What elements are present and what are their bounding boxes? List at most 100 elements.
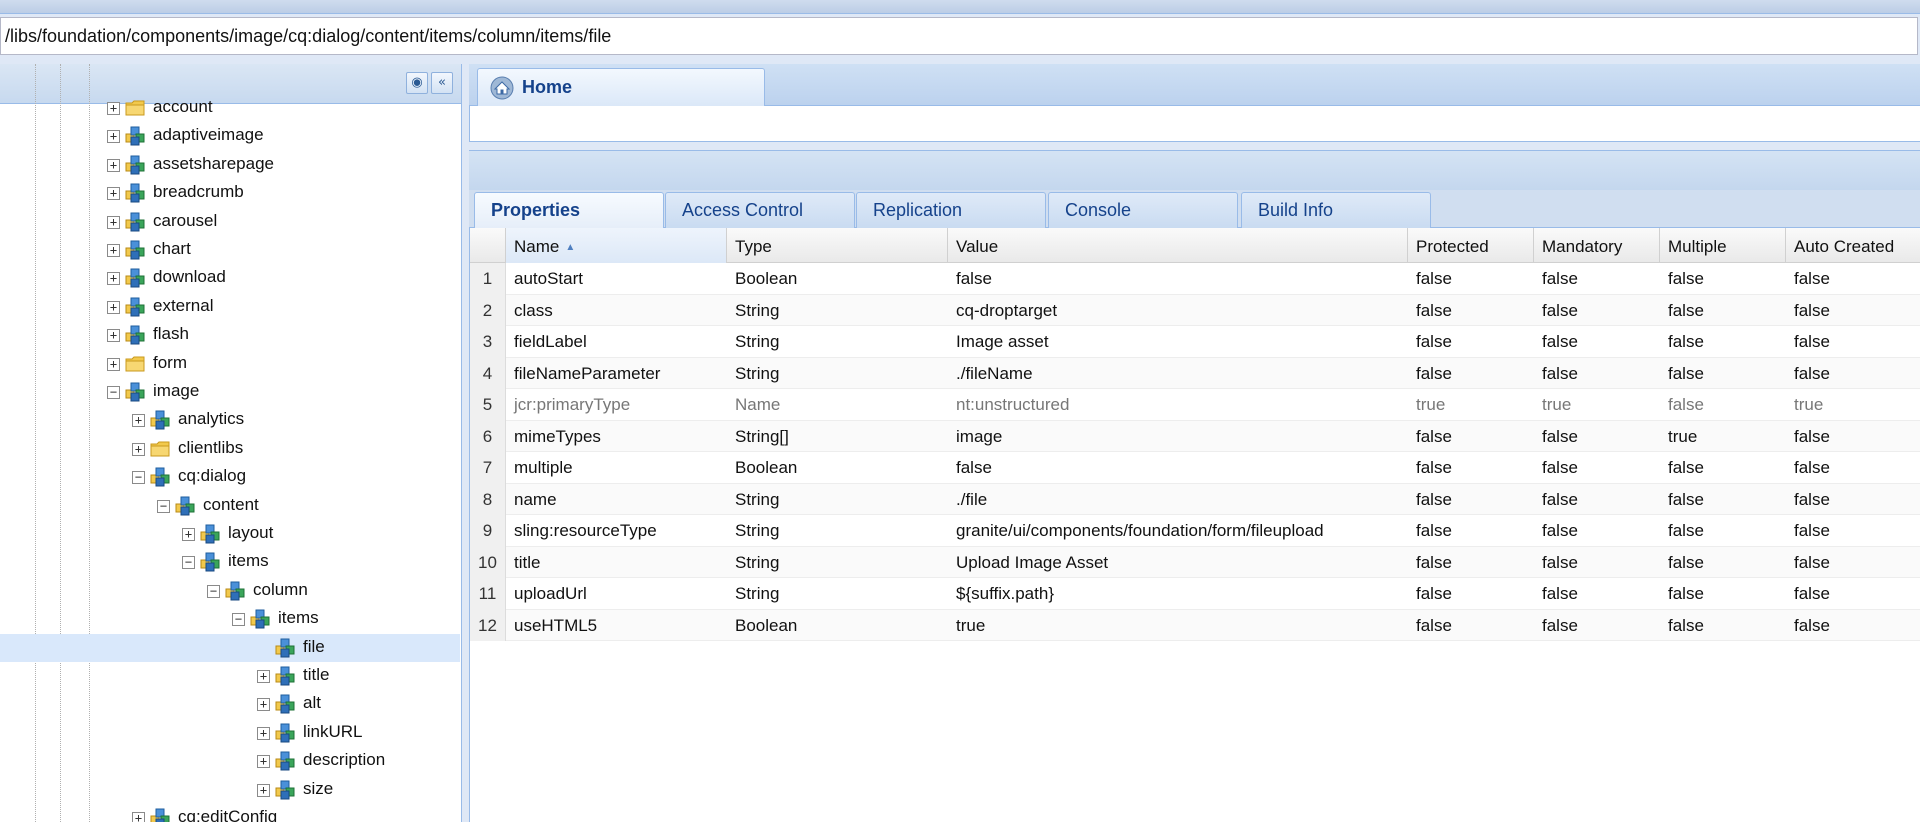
expand-icon[interactable]: + <box>107 357 120 371</box>
tree-node[interactable]: + alt <box>0 690 460 718</box>
tab-console[interactable]: Console <box>1048 192 1238 228</box>
expand-icon[interactable]: + <box>257 670 270 683</box>
collapse-icon[interactable]: − <box>207 584 220 598</box>
table-row[interactable]: 1 autoStart Boolean false false false false fal… <box>470 263 1920 295</box>
tree-node[interactable]: − column <box>0 577 460 605</box>
tree-node[interactable]: + account <box>0 94 460 122</box>
tree-node[interactable]: file <box>0 633 460 662</box>
tree-node[interactable]: − items <box>0 548 460 576</box>
tree-node[interactable]: + chart <box>0 236 460 264</box>
tab-home[interactable]: Home <box>477 68 765 106</box>
tree-node-label: form <box>153 352 187 372</box>
collapse-icon[interactable]: − <box>132 471 145 485</box>
table-row[interactable]: 12 useHTML5 Boolean true false false false fals… <box>470 609 1920 641</box>
table-row[interactable]: 11 uploadUrl String ${suffix.path} false fals… <box>470 578 1920 610</box>
path-input[interactable] <box>1 18 1917 54</box>
expand-icon[interactable]: + <box>132 812 145 822</box>
cell-mandatory: false <box>1542 615 1578 635</box>
cell-name: jcr:primaryType <box>514 395 631 414</box>
tab-build-info[interactable]: Build Info <box>1241 192 1431 228</box>
binoculars-icon[interactable]: ◉ <box>406 72 428 94</box>
double-chevron-left-icon[interactable]: « <box>431 72 453 94</box>
column-header-label: Name <box>514 237 560 256</box>
table-row[interactable]: 4 fileNameParameter String ./fileName false f… <box>470 357 1920 389</box>
column-header-auto-created[interactable]: Auto Created <box>1786 228 1920 263</box>
expand-icon[interactable]: + <box>107 244 120 257</box>
expand-icon[interactable]: + <box>107 329 120 343</box>
expand-icon[interactable]: + <box>132 442 145 456</box>
cell-name: multiple <box>514 458 573 477</box>
column-header-multiple[interactable]: Multiple <box>1660 228 1786 263</box>
table-row[interactable]: 10 title String Upload Image Asset false fals… <box>470 546 1920 578</box>
tree-node[interactable]: + carousel <box>0 208 460 236</box>
tab-replication[interactable]: Replication <box>856 192 1046 228</box>
expand-icon[interactable]: + <box>107 300 120 314</box>
tree-node[interactable]: + description <box>0 747 460 775</box>
expand-icon[interactable]: + <box>257 726 270 740</box>
expand-icon[interactable]: + <box>182 528 195 541</box>
tree-node-label: carousel <box>153 210 218 230</box>
cell-auto: false <box>1794 584 1830 603</box>
tree-node[interactable]: + form <box>0 350 460 378</box>
tree-node[interactable]: + external <box>0 293 460 321</box>
tree-node[interactable]: + breadcrumb <box>0 179 460 207</box>
table-row[interactable]: 7 multiple Boolean false false false false fals… <box>470 452 1920 484</box>
table-row[interactable]: 5 jcr:primaryType Name nt:unstructured true t… <box>470 389 1920 421</box>
path-bar[interactable] <box>0 17 1918 55</box>
tree-node-label: analytics <box>178 409 245 429</box>
tree-node[interactable]: − content <box>0 492 460 520</box>
tree-node[interactable]: + cq:editConfig <box>0 804 460 822</box>
table-row[interactable]: 6 mimeTypes String[] image false false true fal… <box>470 420 1920 452</box>
expand-icon[interactable]: + <box>107 130 120 144</box>
tree-node[interactable]: + size <box>0 776 460 804</box>
expand-icon[interactable]: + <box>257 755 270 769</box>
expand-icon[interactable]: + <box>107 215 120 229</box>
tab-properties[interactable]: Properties <box>474 192 664 228</box>
component-node-icon <box>274 750 296 772</box>
tree-node-label: download <box>153 267 226 287</box>
tree-node[interactable]: − items <box>0 605 460 633</box>
cell-multiple: true <box>1668 426 1698 446</box>
table-row[interactable]: 8 name String ./file false false false false <box>470 483 1920 515</box>
tree-node[interactable]: + flash <box>0 321 460 349</box>
cell-protected: false <box>1416 269 1452 288</box>
column-header-protected[interactable]: Protected <box>1408 228 1534 263</box>
expand-icon[interactable]: + <box>107 187 120 201</box>
expand-icon[interactable]: + <box>132 414 145 428</box>
tree-node[interactable]: + title <box>0 662 460 690</box>
tree-node-label: description <box>303 750 386 770</box>
tree-node[interactable]: + clientlibs <box>0 435 460 463</box>
expand-icon[interactable]: + <box>107 272 120 286</box>
collapse-icon[interactable]: − <box>182 556 195 570</box>
expand-icon[interactable]: + <box>257 698 270 712</box>
table-row[interactable]: 9 sling:resourceType String granite/ui/comp… <box>470 515 1920 547</box>
expand-icon[interactable]: + <box>107 102 120 115</box>
collapse-icon[interactable]: − <box>107 386 120 399</box>
cell-type: Boolean <box>735 458 798 477</box>
tree-node[interactable]: + assetsharepage <box>0 151 460 179</box>
column-header-value[interactable]: Value <box>948 228 1408 263</box>
tree-node[interactable]: + adaptiveimage <box>0 122 460 150</box>
collapse-icon[interactable]: − <box>157 499 170 513</box>
table-row[interactable]: 2 class String cq-droptarget false false false… <box>470 294 1920 326</box>
tree-node[interactable]: + analytics <box>0 406 460 434</box>
tab-access-control[interactable]: Access Control <box>665 192 855 228</box>
cell-multiple: false <box>1668 521 1704 540</box>
collapse-icon[interactable]: − <box>232 613 245 627</box>
tree-node[interactable]: + layout <box>0 520 460 548</box>
cell-name: title <box>514 552 541 572</box>
table-row[interactable]: 3 fieldLabel String Image asset false false fa… <box>470 326 1920 358</box>
expand-icon[interactable]: + <box>107 158 120 172</box>
tree-node[interactable]: + linkURL <box>0 719 460 747</box>
tree-node[interactable]: + download <box>0 264 460 292</box>
expand-icon[interactable]: + <box>257 783 270 797</box>
cell-value: Upload Image Asset <box>956 552 1109 572</box>
tree-node[interactable]: − image <box>0 378 460 406</box>
cell-value: false <box>956 458 992 477</box>
row-number: 5 <box>470 389 506 421</box>
column-header-mandatory[interactable]: Mandatory <box>1534 228 1660 263</box>
column-header-type[interactable]: Type <box>727 228 948 263</box>
cell-value: nt:unstructured <box>956 395 1070 414</box>
column-header-name[interactable]: Name ▲ <box>506 228 727 263</box>
tree-node[interactable]: − cq:dialog <box>0 463 460 491</box>
